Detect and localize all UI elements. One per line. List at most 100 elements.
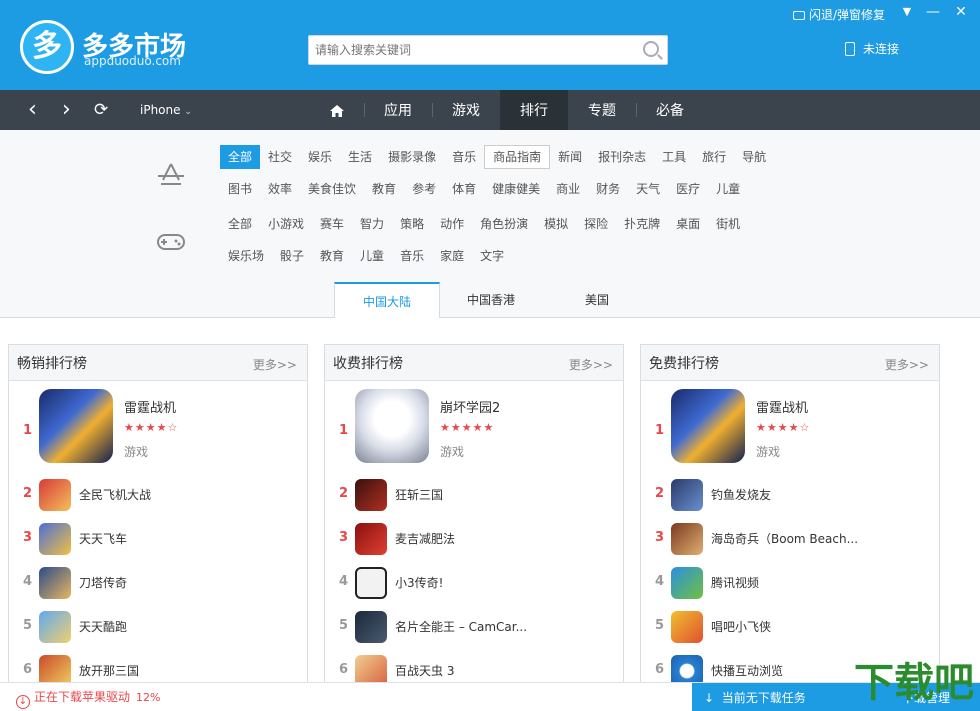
category-tag[interactable]: 医疗 — [668, 177, 708, 201]
rank-number: 5 — [339, 618, 349, 633]
category-tag[interactable]: 美食佳饮 — [300, 177, 364, 201]
category-tag[interactable]: 导航 — [734, 145, 774, 169]
more-link[interactable]: 更多>> — [253, 356, 297, 373]
category-tag[interactable]: 商品指南 — [484, 145, 551, 169]
app-name: 腾讯视频 — [711, 576, 760, 590]
app-icon — [39, 523, 71, 555]
category-tag[interactable]: 骰子 — [272, 244, 312, 268]
app-icon — [355, 389, 429, 463]
category-tag[interactable]: 健康健美 — [484, 177, 548, 201]
category-tag[interactable]: 文字 — [472, 244, 512, 268]
category-tag[interactable]: 策略 — [392, 212, 432, 236]
app-name: 百战天虫 3 — [395, 664, 455, 678]
category-tag[interactable]: 天气 — [628, 177, 668, 201]
category-tag[interactable]: 赛车 — [312, 212, 352, 236]
category-tag[interactable]: 教育 — [312, 244, 352, 268]
list-item[interactable]: 6 放开那三国 — [9, 652, 307, 683]
app-icon — [671, 655, 703, 683]
category-tag[interactable]: 扑克牌 — [616, 212, 668, 236]
category-tag[interactable]: 动作 — [432, 212, 472, 236]
region-tab-usa[interactable]: 美国 — [544, 282, 650, 318]
app-name: 全民飞机大战 — [79, 488, 152, 502]
category-tag[interactable]: 社交 — [260, 145, 300, 169]
category-tag[interactable]: 摄影录像 — [380, 145, 444, 169]
category-tag[interactable]: 模拟 — [536, 212, 576, 236]
category-tag[interactable]: 商业 — [548, 177, 588, 201]
back-arrow-icon[interactable]: ‹ — [28, 90, 37, 130]
category-tag[interactable]: 儿童 — [352, 244, 392, 268]
category-tag[interactable]: 桌面 — [668, 212, 708, 236]
forward-arrow-icon[interactable]: › — [62, 90, 71, 130]
list-item[interactable]: 3 麦吉减肥法 — [325, 520, 623, 560]
tab-home[interactable] — [310, 90, 364, 130]
category-tag[interactable]: 儿童 — [708, 177, 748, 201]
app-name: 天天酷跑 — [79, 620, 128, 634]
category-tag[interactable]: 家庭 — [432, 244, 472, 268]
list-item[interactable]: 2 狂斩三国 — [325, 476, 623, 516]
category-tag[interactable]: 探险 — [576, 212, 616, 236]
category-tag[interactable]: 街机 — [708, 212, 748, 236]
category-tag[interactable]: 报刊杂志 — [590, 145, 654, 169]
minimize-button[interactable]: — — [922, 2, 944, 22]
category-tag[interactable]: 娱乐 — [300, 145, 340, 169]
app-name: 麦吉减肥法 — [395, 532, 456, 546]
category-tag[interactable]: 新闻 — [550, 145, 590, 169]
more-link[interactable]: 更多>> — [885, 356, 929, 373]
list-item[interactable]: 3 海岛奇兵（Boom Beach... — [641, 520, 939, 560]
list-item[interactable]: 5 唱吧小飞侠 — [641, 608, 939, 648]
top-ranked-app[interactable]: 1 崩坏学园2 ★★★★★ 游戏 — [325, 381, 623, 471]
rank-number: 3 — [339, 530, 349, 545]
category-tag[interactable]: 音乐 — [392, 244, 432, 268]
category-tag[interactable]: 参考 — [404, 177, 444, 201]
phone-icon — [845, 42, 855, 56]
category-tag[interactable]: 角色扮演 — [472, 212, 536, 236]
tab-rankings[interactable]: 排行 — [500, 90, 568, 130]
category-tag[interactable]: 小游戏 — [260, 212, 312, 236]
category-tag[interactable]: 工具 — [654, 145, 694, 169]
search-input[interactable] — [309, 36, 629, 64]
list-item[interactable]: 4 小3传奇! — [325, 564, 623, 604]
category-tag[interactable]: 智力 — [352, 212, 392, 236]
tab-apps[interactable]: 应用 — [364, 90, 432, 130]
refresh-icon[interactable]: ⟳ — [94, 90, 108, 130]
list-item[interactable]: 6 百战天虫 3 — [325, 652, 623, 683]
region-tab-hongkong[interactable]: 中国香港 — [438, 282, 544, 318]
close-button[interactable]: ✕ — [950, 2, 972, 22]
tab-essentials[interactable]: 必备 — [636, 90, 704, 130]
category-tag[interactable]: 生活 — [340, 145, 380, 169]
category-tag[interactable]: 音乐 — [444, 145, 484, 169]
list-item[interactable]: 4 刀塔传奇 — [9, 564, 307, 604]
category-tag[interactable]: 全部 — [220, 212, 260, 236]
menu-dropdown-button[interactable]: ▼ — [896, 2, 918, 22]
category-tag[interactable]: 效率 — [260, 177, 300, 201]
download-arrow-icon: ↓ — [704, 691, 715, 705]
more-link[interactable]: 更多>> — [569, 356, 613, 373]
tab-topics[interactable]: 专题 — [568, 90, 636, 130]
driver-download-status[interactable]: ↓ 正在下载苹果驱动 12% — [16, 688, 160, 709]
tab-games[interactable]: 游戏 — [432, 90, 500, 130]
list-item[interactable]: 2 钓鱼发烧友 — [641, 476, 939, 516]
region-tab-mainland[interactable]: 中国大陆 — [334, 282, 440, 318]
category-tag[interactable]: 图书 — [220, 177, 260, 201]
list-item[interactable]: 3 天天飞车 — [9, 520, 307, 560]
search-icon[interactable] — [643, 41, 659, 57]
list-item[interactable]: 5 名片全能王 – CamCar... — [325, 608, 623, 648]
flash-fix-label: 闪退/弹窗修复 — [809, 8, 886, 22]
bestseller-ranking-panel: 畅销排行榜 更多>> 1 雷霆战机 ★★★★☆ 游戏 2 全民飞机大战 3 天天… — [8, 344, 308, 684]
connection-status[interactable]: 未连接 — [845, 40, 899, 57]
category-tag[interactable]: 全部 — [220, 145, 261, 169]
category-tag[interactable]: 娱乐场 — [220, 244, 272, 268]
flash-fix-button[interactable]: 闪退/弹窗修复 — [793, 6, 885, 23]
category-tag[interactable]: 教育 — [364, 177, 404, 201]
category-tag[interactable]: 财务 — [588, 177, 628, 201]
category-tag[interactable]: 旅行 — [694, 145, 734, 169]
device-selector[interactable]: iPhone ⌄ — [140, 103, 192, 117]
app-icon — [671, 523, 703, 555]
category-tag[interactable]: 体育 — [444, 177, 484, 201]
top-ranked-app[interactable]: 1 雷霆战机 ★★★★☆ 游戏 — [641, 381, 939, 471]
list-item[interactable]: 4 腾讯视频 — [641, 564, 939, 604]
top-ranked-app[interactable]: 1 雷霆战机 ★★★★☆ 游戏 — [9, 381, 307, 471]
download-queue-status: ↓ 当前无下载任务 — [704, 689, 806, 706]
list-item[interactable]: 5 天天酷跑 — [9, 608, 307, 648]
list-item[interactable]: 2 全民飞机大战 — [9, 476, 307, 516]
